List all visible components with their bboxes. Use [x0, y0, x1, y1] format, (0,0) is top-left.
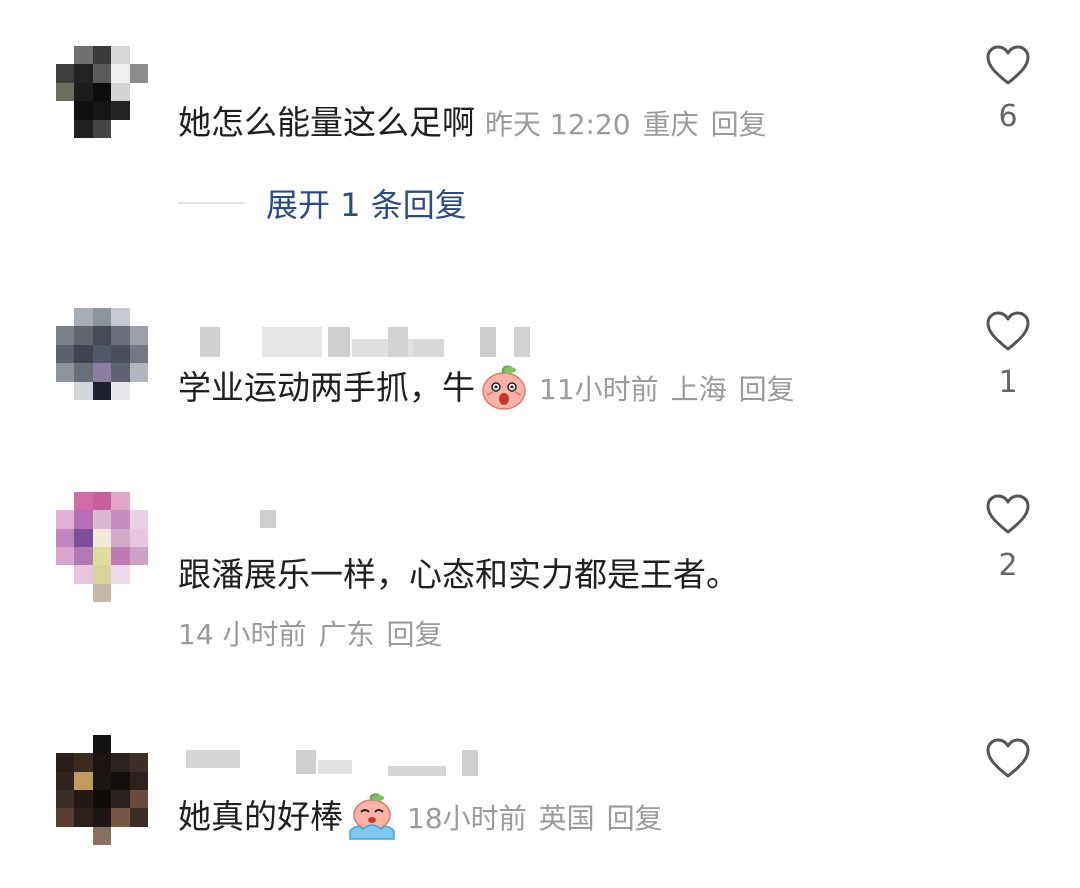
comment-location: 广东 [318, 618, 375, 651]
shocked-peach-emoji [482, 364, 526, 410]
comment-text-row: 她怎么能量这么足啊 昨天 12:20 重庆 回复 [178, 101, 767, 145]
like-button[interactable] [984, 737, 1032, 779]
username-blurred[interactable] [178, 327, 538, 357]
comment-text: 她怎么能量这么足啊 [178, 103, 475, 142]
comment-text: 跟潘展乐一样，心态和实力都是王者。 [178, 555, 739, 594]
like-button[interactable]: 2 [984, 493, 1032, 583]
comment-location: 上海 [670, 373, 727, 406]
heart-outline-icon[interactable] [985, 493, 1031, 535]
divider [178, 202, 244, 204]
reply-button[interactable]: 回复 [607, 802, 663, 835]
comment-time: 11小时前 [539, 373, 659, 406]
avatar[interactable] [56, 492, 148, 602]
expand-replies[interactable]: 展开 1 条回复 [178, 180, 467, 226]
heart-outline-icon[interactable] [985, 44, 1031, 86]
comment-text-row: 她真的好棒 18小时前 英国 回复 [178, 792, 663, 840]
comment-text: 她真的好棒 [178, 797, 343, 836]
like-count: 1 [998, 365, 1018, 400]
comment-time: 18小时前 [407, 802, 527, 835]
avatar[interactable] [56, 735, 148, 845]
like-count: 6 [998, 99, 1018, 134]
like-count: 2 [998, 548, 1018, 583]
comment-text-row: 学业运动两手抓，牛 11小时前 上海 回复 [178, 364, 795, 410]
like-button[interactable]: 6 [984, 44, 1032, 134]
comment-location: 英国 [538, 802, 595, 835]
username-blurred[interactable] [178, 510, 298, 540]
avatar[interactable] [56, 46, 148, 138]
expand-replies-label[interactable]: 展开 1 条回复 [266, 180, 467, 226]
like-button[interactable]: 1 [984, 310, 1032, 400]
comment-meta: 14 小时前 广东 回复 [178, 613, 443, 657]
reply-button[interactable]: 回复 [739, 373, 795, 406]
heart-outline-icon[interactable] [985, 310, 1031, 352]
comment-location: 重庆 [642, 108, 699, 141]
comment-time: 14 小时前 [178, 618, 307, 651]
avatar[interactable] [56, 308, 148, 400]
heart-outline-icon[interactable] [985, 737, 1031, 779]
crying-peach-emoji [349, 792, 395, 840]
username-blurred[interactable] [178, 750, 498, 780]
comment-time: 昨天 12:20 [485, 108, 631, 141]
reply-button[interactable]: 回复 [387, 618, 443, 651]
reply-button[interactable]: 回复 [711, 108, 767, 141]
comment-text: 学业运动两手抓，牛 [178, 368, 475, 407]
